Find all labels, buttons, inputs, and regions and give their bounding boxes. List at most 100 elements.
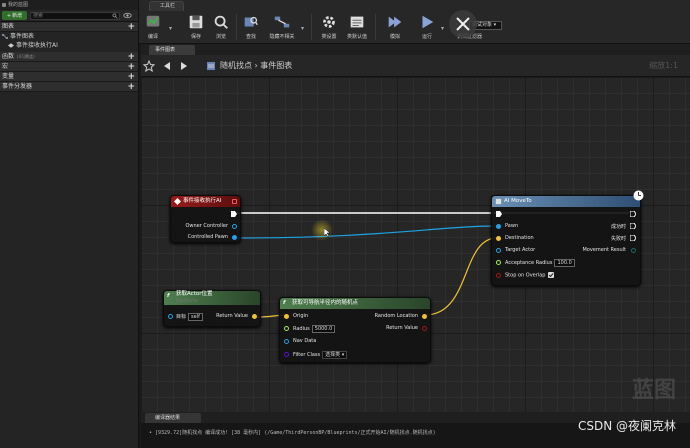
target-self-value: self	[188, 313, 203, 321]
view-options-icon[interactable]	[123, 12, 132, 19]
add-variable-icon[interactable]: +	[127, 72, 135, 82]
mouse-cursor-icon	[324, 228, 331, 237]
favorite-star-icon[interactable]	[143, 60, 155, 72]
section-functions[interactable]: 函数 (0可覆盖) +	[0, 52, 138, 62]
acceptance-radius-input[interactable]: 100.0	[554, 259, 575, 267]
hide-unrelated-icon	[274, 16, 290, 28]
add-function-icon[interactable]: +	[127, 52, 135, 62]
random-point-header: f 获取可导航半径内的随机点	[280, 298, 430, 309]
exec-out-pin[interactable]	[630, 211, 636, 217]
stop-on-overlap-checkbox[interactable]	[548, 272, 555, 278]
stop-on-overlap-row: Stop on Overlap	[505, 272, 555, 279]
destination-pin[interactable]	[496, 236, 501, 241]
exec-out-pin[interactable]	[231, 211, 237, 217]
radius-pin[interactable]	[284, 326, 289, 331]
compile-options-icon[interactable]: ▾	[169, 25, 172, 32]
panel-toolbar: + 新增 搜索	[0, 10, 138, 22]
tree-item-event-graph[interactable]: 事件图表	[0, 32, 138, 41]
section-variables[interactable]: 变量 +	[0, 72, 138, 82]
class-settings-icon	[323, 16, 335, 28]
pawn-pin[interactable]	[496, 224, 501, 229]
get-actor-location-node[interactable]: f 获取Actor位置 目标是Actor 目标 self Return Value	[163, 290, 261, 327]
hide-unrelated-button[interactable]: 隐藏不相关	[265, 13, 299, 43]
panel-close-icon[interactable]	[2, 3, 6, 7]
return-value-pin[interactable]	[252, 314, 257, 319]
find-button[interactable]: 查找	[237, 13, 265, 43]
panel-title-text: 我的蓝图	[8, 2, 29, 8]
section-macros[interactable]: 宏 +	[0, 62, 138, 72]
on-fail-label: 失败时	[610, 236, 626, 242]
ai-moveto-node[interactable]: AI MoveTo Pawn Destination Target Actor …	[491, 190, 644, 286]
nav-data-pin[interactable]	[284, 339, 289, 344]
tree-item-event[interactable]: 事件接收执行AI	[0, 41, 138, 50]
play-button[interactable]: 运行	[413, 13, 441, 43]
event-replicate-icon	[232, 199, 237, 204]
target-pin[interactable]	[168, 314, 173, 319]
owner-controller-pin[interactable]	[232, 224, 237, 229]
forward-arrow-icon[interactable]	[178, 60, 190, 72]
save-button[interactable]: 保存	[182, 13, 210, 43]
section-graphs[interactable]: 图表 +	[0, 22, 138, 32]
compile-icon	[146, 15, 160, 27]
filter-class-select[interactable]: 选择类 ▾	[322, 351, 348, 359]
breadcrumb: 随机找点 › 事件图表	[220, 60, 292, 71]
random-point-node[interactable]: f 获取可导航半径内的随机点 Origin Radius 5000.0 Nav D…	[279, 297, 431, 363]
tab-event-graph[interactable]: 事件图表	[149, 45, 195, 55]
on-fail-pin[interactable]	[630, 235, 636, 241]
controlled-pawn-pin[interactable]	[232, 235, 237, 240]
add-new-label: 新增	[12, 13, 23, 19]
on-success-pin[interactable]	[630, 223, 636, 229]
search-input[interactable]: 搜索	[30, 11, 120, 20]
add-macro-icon[interactable]: +	[127, 62, 135, 72]
class-defaults-button[interactable]: 类默认值	[343, 13, 371, 43]
event-icon	[8, 43, 14, 48]
event-node[interactable]: 事件接收执行AI Owner Controller Controlled Paw…	[170, 195, 241, 243]
movement-result-pin[interactable]	[631, 248, 636, 253]
save-icon	[189, 15, 203, 29]
tab-compiler-results[interactable]: 编译器结果	[145, 413, 201, 423]
graph-canvas[interactable]: 事件接收执行AI Owner Controller Controlled Paw…	[141, 77, 690, 412]
class-settings-button[interactable]: 类设置	[315, 13, 343, 43]
graph-nav-bar: 随机找点 › 事件图表 缩放1:1	[141, 55, 690, 77]
return-value-label: Return Value	[386, 325, 418, 331]
overlay-close-button[interactable]	[449, 10, 477, 38]
breadcrumb-root[interactable]: 随机找点	[220, 61, 252, 70]
filter-class-row: Filter Class 选择类 ▾	[293, 351, 348, 359]
breadcrumb-leaf: 事件图表	[260, 61, 293, 70]
return-value-bool-pin[interactable]	[422, 326, 427, 331]
radius-row: Radius 5000.0	[293, 325, 336, 333]
radius-input[interactable]: 5000.0	[311, 325, 336, 333]
random-location-wire	[424, 237, 498, 316]
search-placeholder: 搜索	[33, 12, 44, 19]
stop-on-overlap-pin[interactable]	[496, 273, 501, 278]
checkmark-icon	[549, 273, 554, 278]
add-new-button[interactable]: + 新增	[2, 11, 27, 20]
origin-pin[interactable]	[284, 314, 289, 319]
controlled-pawn-label: Controlled Pawn	[187, 234, 228, 240]
acceptance-radius-pin[interactable]	[496, 260, 501, 265]
function-f-icon: f	[283, 300, 286, 306]
section-event-dispatchers[interactable]: 事件分发器 +	[0, 82, 138, 92]
play-options-icon[interactable]: ▾	[441, 25, 444, 32]
hide-options-icon[interactable]: ▾	[301, 25, 304, 32]
add-graph-icon[interactable]: +	[127, 22, 135, 32]
browse-button[interactable]: 浏览	[207, 13, 235, 43]
random-location-label: Random Location	[374, 313, 418, 319]
my-blueprint-panel: 我的蓝图 + 新增 搜索 图表 + 事件图表 事件接收执行AI 函数 (0可覆盖)…	[0, 0, 139, 448]
simulate-button[interactable]: 模拟	[381, 13, 409, 43]
exec-in-pin[interactable]	[496, 211, 502, 217]
panel-title: 我的蓝图	[0, 0, 138, 10]
pawn-label: Pawn	[505, 223, 519, 229]
back-arrow-icon[interactable]	[161, 60, 173, 72]
log-line: • [9329.72]随机找点 编译成功! [38 毫秒内] (/Game/Th…	[149, 430, 436, 436]
random-location-pin[interactable]	[422, 314, 427, 319]
function-icon	[495, 198, 502, 205]
add-dispatcher-icon[interactable]: +	[127, 82, 135, 92]
graph-tab-bar: 事件图表	[141, 44, 690, 55]
compile-button[interactable]: 编译	[139, 13, 167, 43]
movement-result-label: Movement Result	[582, 247, 626, 253]
toolbar-tab[interactable]: 工具栏	[149, 1, 185, 11]
target-actor-pin[interactable]	[496, 248, 501, 253]
filter-class-pin[interactable]	[284, 352, 289, 357]
on-success-label: 成功时	[610, 224, 626, 230]
